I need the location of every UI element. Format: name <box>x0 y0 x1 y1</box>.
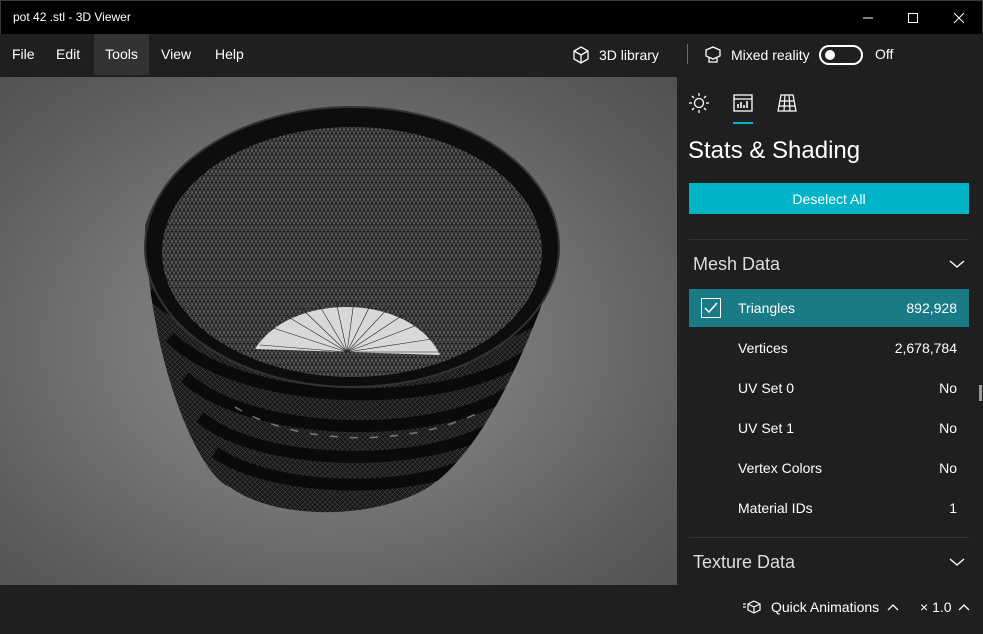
stats-panel: Stats & Shading Deselect All Mesh Data T… <box>677 77 983 585</box>
animation-cube-icon <box>743 600 761 614</box>
window-title: pot 42 .stl - 3D Viewer <box>13 10 131 24</box>
mesh-row-uv-set-1[interactable]: UV Set 1 No <box>689 409 969 447</box>
mesh-row-material-ids[interactable]: Material IDs 1 <box>689 489 969 527</box>
row-label: UV Set 1 <box>738 420 795 436</box>
divider <box>689 537 969 538</box>
status-bar: Quick Animations × 1.0 <box>0 585 983 634</box>
row-label: Triangles <box>738 300 796 316</box>
playback-speed-button[interactable]: × 1.0 <box>920 599 970 615</box>
mesh-row-triangles[interactable]: Triangles 892,928 <box>689 289 969 327</box>
scrollbar-thumb[interactable] <box>979 385 982 401</box>
mixed-reality-toggle[interactable] <box>819 45 863 65</box>
menu-edit[interactable]: Edit <box>45 34 91 75</box>
row-value: 2,678,784 <box>894 340 957 356</box>
title-bar: pot 42 .stl - 3D Viewer <box>0 0 983 34</box>
mixed-reality-button[interactable]: Mixed reality <box>703 34 810 75</box>
row-value: 892,928 <box>906 300 957 316</box>
minimize-button[interactable] <box>845 1 891 35</box>
mesh-data-header[interactable]: Mesh Data <box>689 244 969 284</box>
row-label: Material IDs <box>738 500 813 516</box>
mesh-data-label: Mesh Data <box>693 253 781 274</box>
quick-animations-label: Quick Animations <box>771 599 880 615</box>
close-icon <box>953 12 965 24</box>
row-value: 1 <box>949 500 957 516</box>
mixed-reality-label: Mixed reality <box>731 46 810 63</box>
active-tab-indicator <box>733 122 753 124</box>
menu-file[interactable]: File <box>1 34 46 75</box>
pot-model[interactable] <box>0 77 677 585</box>
grid-icon <box>777 94 797 112</box>
speed-label: × 1.0 <box>920 599 952 615</box>
mesh-row-vertex-colors[interactable]: Vertex Colors No <box>689 449 969 487</box>
maximize-icon <box>908 13 918 23</box>
sun-icon <box>689 93 709 113</box>
triangles-checkbox[interactable] <box>701 298 721 318</box>
toggle-state-label: Off <box>875 46 894 62</box>
panel-title: Stats & Shading <box>688 137 861 164</box>
chevron-up-icon <box>887 604 899 611</box>
row-label: Vertices <box>738 340 788 356</box>
toggle-knob <box>825 50 835 60</box>
chevron-up-icon <box>958 604 969 611</box>
row-value: No <box>939 460 957 476</box>
chevron-down-icon <box>949 260 965 268</box>
chevron-down-icon <box>949 558 965 566</box>
tab-grid[interactable] <box>775 91 799 115</box>
menu-divider <box>687 44 688 64</box>
checkmark-icon <box>704 302 718 314</box>
deselect-all-button[interactable]: Deselect All <box>689 183 969 214</box>
mixed-reality-icon <box>705 45 721 63</box>
stats-chart-icon <box>733 94 753 112</box>
3d-library-button[interactable]: 3D library <box>571 34 659 75</box>
mesh-row-uv-set-0[interactable]: UV Set 0 No <box>689 369 969 407</box>
menu-view[interactable]: View <box>150 34 202 75</box>
mesh-row-vertices[interactable]: Vertices 2,678,784 <box>689 329 969 367</box>
minimize-icon <box>863 17 873 19</box>
3d-viewport[interactable] <box>0 77 677 585</box>
row-label: UV Set 0 <box>738 380 795 396</box>
menu-bar: File Edit Tools View Help 3D library Mix… <box>0 34 983 77</box>
3d-library-label: 3D library <box>599 46 659 63</box>
texture-data-header[interactable]: Texture Data <box>689 542 969 582</box>
cube-icon <box>573 45 589 64</box>
menu-tools[interactable]: Tools <box>94 34 149 75</box>
row-value: No <box>939 380 957 396</box>
quick-animations-button[interactable]: Quick Animations <box>743 599 899 615</box>
close-button[interactable] <box>936 1 982 35</box>
texture-data-label: Texture Data <box>693 551 796 572</box>
row-value: No <box>939 420 957 436</box>
menu-help[interactable]: Help <box>204 34 255 75</box>
tab-stats[interactable] <box>731 91 755 115</box>
divider <box>689 239 969 240</box>
row-label: Vertex Colors <box>738 460 823 476</box>
tab-lighting[interactable] <box>687 91 711 115</box>
maximize-button[interactable] <box>890 1 936 35</box>
